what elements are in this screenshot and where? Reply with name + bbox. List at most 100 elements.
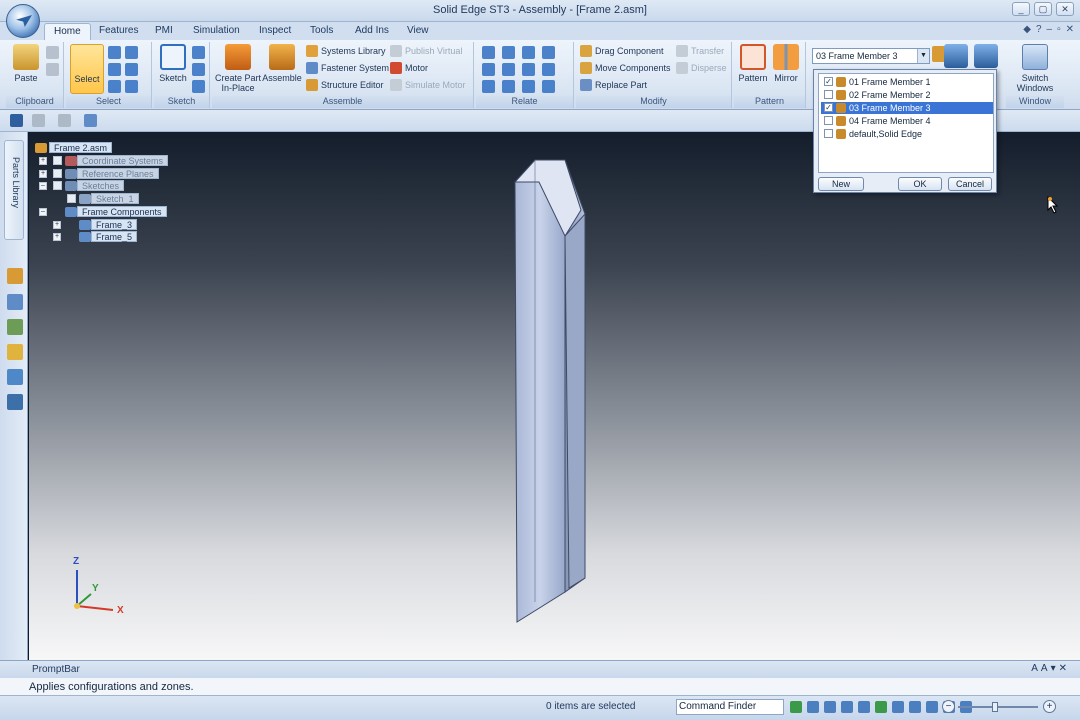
zoom-out-button[interactable]: − (942, 700, 955, 713)
list-item[interactable]: ✓ 01 Frame Member 1 (821, 76, 993, 88)
graphics-viewport[interactable]: Frame 2.asm + Coordinate Systems + Refer… (29, 132, 1080, 660)
doc-close-icon[interactable]: ✕ (1066, 24, 1074, 35)
mirror-button[interactable]: Mirror (770, 44, 802, 83)
fastener-system-button[interactable]: Fastener System (306, 61, 389, 76)
pathfinder-icon[interactable] (7, 268, 23, 284)
configuration-combo[interactable]: 03 Frame Member 3 ▼ (812, 48, 930, 64)
select-tool-icon[interactable] (84, 114, 97, 127)
tab-inspect[interactable]: Inspect (250, 23, 300, 40)
configurations-list[interactable]: ✓ 01 Frame Member 1 02 Frame Member 2 ✓ … (818, 73, 994, 173)
cut-icon[interactable] (46, 46, 59, 59)
simulate-motor-button[interactable]: Simulate Motor (390, 78, 466, 93)
ok-button[interactable]: OK (898, 177, 942, 191)
zones-icon[interactable] (7, 369, 23, 385)
sensors-icon[interactable] (7, 344, 23, 360)
expand-icon[interactable]: + (53, 221, 61, 229)
relate-tangent-icon[interactable] (522, 63, 535, 76)
zoom-view-icon[interactable] (944, 44, 968, 68)
tab-tools[interactable]: Tools (301, 23, 342, 40)
relate-cam-icon[interactable] (542, 63, 555, 76)
switch-windows-button[interactable]: Switch Windows (1010, 44, 1060, 93)
relate-gear-icon[interactable] (482, 80, 495, 93)
config-checkbox[interactable] (824, 116, 833, 125)
zoom-slider-handle[interactable] (992, 702, 998, 712)
refresh-icon[interactable] (790, 701, 802, 713)
tab-view[interactable]: View (398, 23, 438, 40)
new-button[interactable]: New (818, 177, 864, 191)
close-button[interactable]: ✕ (1056, 2, 1074, 16)
expand-icon[interactable]: + (53, 233, 61, 241)
frame-member-model[interactable] (499, 152, 639, 632)
visibility-checkbox[interactable] (53, 156, 62, 165)
move-components-button[interactable]: Move Components (580, 61, 671, 76)
application-button[interactable] (6, 4, 40, 38)
save-icon[interactable] (10, 114, 23, 127)
parts-library-tab[interactable]: Parts Library (4, 140, 24, 240)
sketch-tool-3-icon[interactable] (192, 80, 205, 93)
menu-icon[interactable]: ▾ (1051, 663, 1059, 674)
systems-library-button[interactable]: Systems Library (306, 44, 386, 59)
minimize-button[interactable]: _ (1012, 2, 1030, 16)
select-manager-icon[interactable] (108, 80, 121, 93)
replace-part-button[interactable]: Replace Part (580, 78, 647, 93)
select-options-icon[interactable] (125, 80, 138, 93)
relate-insert-icon[interactable] (542, 46, 555, 59)
list-item-selected[interactable]: ✓ 03 Frame Member 3 (821, 102, 993, 114)
relate-axial-align-icon[interactable] (522, 46, 535, 59)
collapse-icon[interactable]: – (39, 182, 47, 190)
expand-icon[interactable]: + (39, 170, 47, 178)
zoom-icon[interactable] (824, 701, 836, 713)
tab-pmi[interactable]: PMI (146, 23, 182, 40)
help-diamond-icon[interactable]: ◆ (1023, 24, 1031, 35)
view-style-icon[interactable] (974, 44, 998, 68)
tab-features[interactable]: Features (90, 23, 147, 40)
transfer-button[interactable]: Transfer (676, 44, 724, 59)
command-finder-input[interactable]: Command Finder (676, 699, 784, 715)
tab-simulation[interactable]: Simulation (184, 23, 249, 40)
tab-add-ins[interactable]: Add Ins (346, 23, 398, 40)
tab-home[interactable]: Home (44, 23, 91, 40)
cancel-button[interactable]: Cancel (948, 177, 992, 191)
config-checkbox[interactable] (824, 129, 833, 138)
list-item[interactable]: 02 Frame Member 2 (821, 89, 993, 101)
font-smaller-icon[interactable]: A (1041, 663, 1051, 674)
relate-match-cs-icon[interactable] (522, 80, 535, 93)
gear-settings-icon[interactable] (7, 394, 23, 410)
relate-angle-icon[interactable] (502, 63, 515, 76)
expand-icon[interactable]: + (39, 157, 47, 165)
font-larger-icon[interactable]: A (1031, 663, 1041, 674)
chevron-down-icon[interactable]: ▼ (917, 49, 929, 63)
select-tools-icon[interactable] (125, 63, 138, 76)
collapse-icon[interactable]: – (39, 208, 47, 216)
copy-icon[interactable] (46, 63, 59, 76)
sketch-button[interactable]: Sketch (156, 44, 190, 83)
view-orientation-icon[interactable] (892, 701, 904, 713)
select-button[interactable]: Select (70, 44, 104, 94)
pattern-button[interactable]: Pattern (736, 44, 770, 83)
disperse-button[interactable]: Disperse (676, 61, 727, 76)
list-item[interactable]: default,Solid Edge (821, 128, 993, 140)
paste-button[interactable]: Paste (10, 44, 42, 83)
close-icon[interactable]: ✕ (1059, 663, 1070, 674)
visibility-checkbox[interactable] (53, 169, 62, 178)
doc-restore-icon[interactable]: ▫ (1057, 24, 1061, 35)
structure-editor-button[interactable]: Structure Editor (306, 78, 384, 93)
relate-ground-icon[interactable] (542, 80, 555, 93)
doc-minimize-icon[interactable]: – (1047, 24, 1053, 35)
relate-parallel-icon[interactable] (502, 80, 515, 93)
zoom-slider[interactable] (958, 702, 1038, 712)
redo-icon[interactable] (58, 114, 71, 127)
sketch-tool-2-icon[interactable] (192, 63, 205, 76)
sketch-view-icon[interactable] (909, 701, 921, 713)
select-box-icon[interactable] (108, 46, 121, 59)
pan-icon[interactable] (858, 701, 870, 713)
layers-icon[interactable] (7, 294, 23, 310)
zoom-area-icon[interactable] (807, 701, 819, 713)
assemble-button[interactable]: Assemble (262, 44, 302, 83)
relate-connect-icon[interactable] (482, 63, 495, 76)
features-library-icon[interactable] (7, 319, 23, 335)
undo-icon[interactable] (32, 114, 45, 127)
visibility-checkbox[interactable] (53, 181, 62, 190)
drag-component-button[interactable]: Drag Component (580, 44, 664, 59)
motor-button[interactable]: Motor (390, 61, 428, 76)
